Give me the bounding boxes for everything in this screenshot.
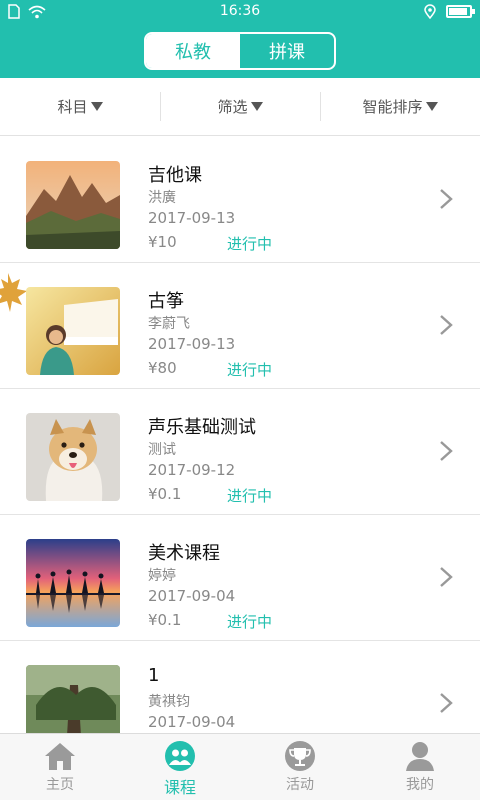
course-thumbnail-puppy (26, 413, 120, 501)
nav-mine[interactable]: 我的 (360, 734, 480, 800)
course-status: 进行中 (227, 613, 273, 631)
nav-activity-label: 活动 (286, 777, 314, 793)
chevron-right-icon (440, 567, 453, 587)
course-title: 吉他课 (148, 165, 202, 186)
course-title: 美术课程 (148, 543, 220, 564)
home-icon (43, 740, 77, 772)
course-thumbnail-piano (26, 287, 120, 375)
user-icon (403, 740, 437, 772)
filter-screen-label: 筛选 (217, 98, 248, 116)
course-price: ¥0.1 (148, 611, 182, 629)
chevron-right-icon (440, 315, 453, 335)
course-date: 2017-09-12 (148, 461, 236, 479)
filter-screen[interactable]: 筛选 (160, 78, 320, 135)
course-price: ¥80 (148, 359, 177, 377)
course-item[interactable]: 美术课程 婷婷 2017-09-04 ¥0.1 进行中 (0, 515, 480, 641)
maple-leaf-icon (0, 273, 27, 312)
course-teacher: 婷婷 (148, 568, 176, 584)
course-teacher: 测试 (148, 442, 176, 458)
course-teacher: 李蔚飞 (148, 316, 190, 332)
course-item[interactable]: 声乐基础测试 测试 2017-09-12 ¥0.1 进行中 (0, 389, 480, 515)
filter-subject-label: 科目 (57, 98, 88, 116)
status-time: 16:36 (219, 3, 261, 19)
course-thumbnail-mountain (26, 161, 120, 249)
battery-icon (446, 5, 475, 18)
course-date: 2017-09-13 (148, 209, 236, 227)
course-item[interactable]: 1 黄祺钧 2017-09-04 (0, 641, 480, 733)
filter-sort[interactable]: 智能排序 (320, 78, 480, 135)
course-status: 进行中 (227, 487, 273, 505)
course-date: 2017-09-13 (148, 335, 236, 353)
course-teacher: 洪廣 (148, 190, 176, 206)
filter-subject[interactable]: 科目 (0, 78, 160, 135)
filter-bar: 科目 筛选 智能排序 (0, 78, 480, 136)
course-date: 2017-09-04 (148, 713, 236, 731)
course-status: 进行中 (227, 361, 273, 379)
caret-down-icon (425, 102, 438, 111)
filter-sort-label: 智能排序 (362, 98, 423, 116)
segmented-control: 私教 拼课 (144, 32, 336, 70)
chevron-right-icon (440, 189, 453, 209)
nav-course[interactable]: 课程 (120, 734, 240, 800)
course-title: 声乐基础测试 (148, 417, 256, 438)
course-thumbnail-sunset (26, 539, 120, 627)
course-title: 1 (148, 665, 160, 686)
chevron-right-icon (440, 441, 453, 461)
course-teacher: 黄祺钧 (148, 694, 190, 710)
course-item[interactable]: 吉他课 洪廣 2017-09-13 ¥10 进行中 (0, 137, 480, 263)
tab-group-lesson[interactable]: 拼课 (240, 34, 334, 68)
top-header: 私教 拼课 (0, 24, 480, 78)
course-price: ¥0.1 (148, 485, 182, 503)
tab-private-lesson[interactable]: 私教 (146, 34, 240, 68)
trophy-icon (283, 740, 317, 772)
nav-course-label: 课程 (163, 778, 196, 797)
caret-down-icon (250, 102, 263, 111)
nav-mine-label: 我的 (406, 777, 434, 793)
course-item[interactable]: 古筝 李蔚飞 2017-09-13 ¥80 进行中 (0, 263, 480, 389)
nav-home[interactable]: 主页 (0, 734, 120, 800)
bottom-navigation: 主页 课程 活动 我的 (0, 733, 480, 800)
course-date: 2017-09-04 (148, 587, 236, 605)
course-icon (163, 740, 197, 772)
caret-down-icon (90, 102, 103, 111)
chevron-right-icon (440, 693, 453, 713)
location-icon (424, 4, 436, 19)
nav-home-label: 主页 (46, 777, 74, 793)
status-bar: 16:36 (0, 0, 480, 24)
nav-activity[interactable]: 活动 (240, 734, 360, 800)
course-thumbnail-forest (26, 665, 120, 733)
course-list: 吉他课 洪廣 2017-09-13 ¥10 进行中 古筝 李蔚飞 2017-09… (0, 137, 480, 733)
course-price: ¥10 (148, 233, 177, 251)
course-title: 古筝 (148, 291, 184, 312)
course-status: 进行中 (227, 235, 273, 253)
